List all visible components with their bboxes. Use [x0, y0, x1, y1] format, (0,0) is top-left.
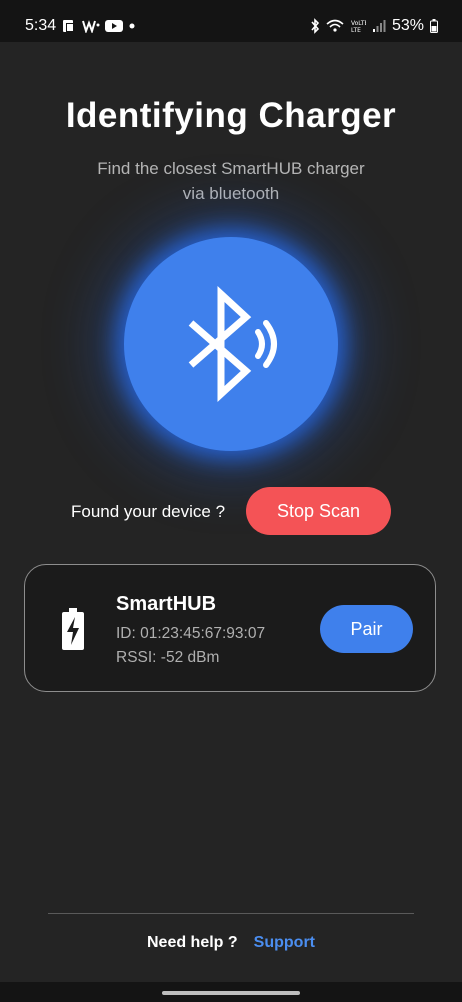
- signal-icon: [372, 19, 386, 33]
- bluetooth-signal-icon: [188, 286, 277, 402]
- page-subtitle: Find the closest SmartHUB charger via bl…: [0, 156, 462, 206]
- bluetooth-icon: [310, 18, 320, 34]
- svg-text:VoLTE: VoLTE: [351, 20, 366, 27]
- subtitle-line-2: via bluetooth: [182, 184, 280, 203]
- battery-charging-icon: [62, 608, 84, 650]
- device-id: ID: 01:23:45:67:93:07: [116, 625, 266, 642]
- status-time: 5:34: [25, 17, 57, 34]
- page-title: Identifying Charger: [65, 96, 397, 135]
- found-device-label: Found your device ?: [71, 502, 226, 521]
- footer: Need help ? Support: [0, 934, 462, 952]
- status-bar: 5:34 VoLTELTE 53%: [0, 0, 462, 42]
- home-gesture-handle[interactable]: [162, 991, 300, 995]
- footer-divider: [48, 913, 414, 914]
- battery-icon: [430, 19, 438, 33]
- support-link[interactable]: Support: [254, 934, 315, 952]
- status-left: 5:34: [25, 17, 136, 35]
- bluetooth-scan-indicator: [124, 237, 338, 451]
- youtube-icon: [105, 19, 124, 33]
- subtitle-line-1: Find the closest SmartHUB charger: [97, 159, 365, 178]
- volte-icon: VoLTELTE: [350, 18, 366, 34]
- stop-scan-button[interactable]: Stop Scan: [246, 487, 391, 535]
- nav-bar: [0, 982, 462, 1002]
- device-rssi: RSSI: -52 dBm: [116, 649, 220, 666]
- battery-percent: 53%: [391, 17, 424, 34]
- dot-icon: [128, 22, 136, 30]
- status-right: VoLTELTE 53%: [310, 17, 438, 35]
- wallet-icon: [82, 19, 100, 33]
- app-notification-icon: [61, 18, 77, 34]
- svg-text:LTE: LTE: [351, 27, 361, 34]
- pair-button[interactable]: Pair: [320, 605, 413, 653]
- device-card[interactable]: SmartHUB ID: 01:23:45:67:93:07 RSSI: -52…: [24, 564, 436, 692]
- need-help-label: Need help ?: [146, 934, 238, 951]
- device-name: SmartHUB: [116, 593, 217, 615]
- wifi-icon: [326, 19, 344, 33]
